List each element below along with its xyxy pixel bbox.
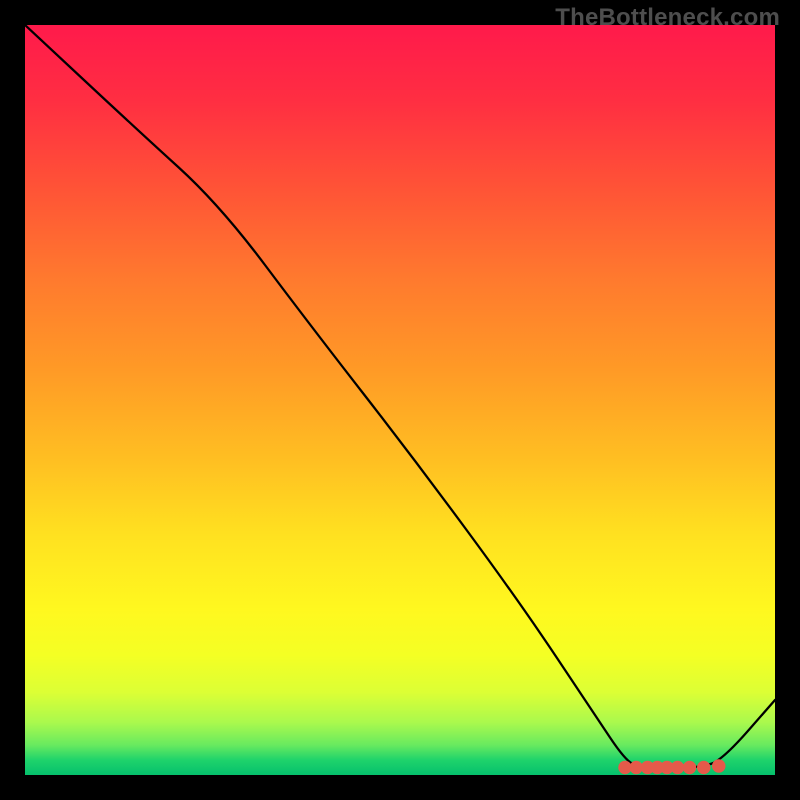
plot-area [25, 25, 775, 775]
data-marker [697, 761, 711, 775]
data-marker [712, 759, 726, 773]
data-marker [671, 761, 685, 775]
chart-container: TheBottleneck.com [0, 0, 800, 800]
data-marker [683, 761, 697, 775]
chart-overlay [25, 25, 775, 775]
attribution-watermark: TheBottleneck.com [555, 4, 780, 32]
marker-group [618, 759, 725, 774]
data-curve [25, 25, 775, 768]
